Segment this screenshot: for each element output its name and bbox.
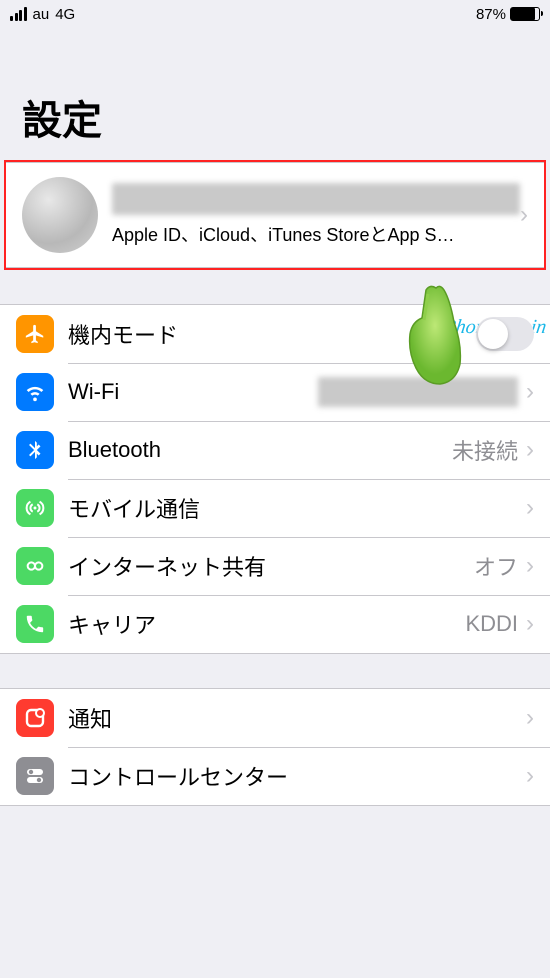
page-title: 設定 (22, 88, 528, 146)
row-label: コントロールセンター (68, 760, 526, 792)
battery-icon (510, 7, 540, 21)
airplane-icon (16, 315, 54, 353)
highlight-box: Apple ID、iCloud、iTunes StoreとApp S… › (4, 160, 546, 270)
row-label: キャリア (68, 608, 465, 640)
battery-percent: 87% (476, 6, 506, 23)
hotspot-icon (16, 547, 54, 585)
settings-group-2: 通知 › コントロールセンター › (0, 688, 550, 806)
phone-icon (16, 605, 54, 643)
header: 設定 (0, 28, 550, 160)
profile-name-redacted (112, 183, 520, 215)
row-wifi[interactable]: Wi-Fi › (0, 363, 550, 421)
control-center-icon (16, 757, 54, 795)
row-label: Bluetooth (68, 437, 452, 463)
chevron-right-icon: › (526, 494, 534, 522)
row-detail: 未接続 (452, 434, 518, 466)
row-detail: KDDI (465, 611, 518, 637)
row-label: 通知 (68, 702, 526, 734)
row-hotspot[interactable]: インターネット共有 オフ › (0, 537, 550, 595)
chevron-right-icon: › (526, 610, 534, 638)
wifi-value-redacted (318, 377, 518, 407)
row-notifications[interactable]: 通知 › (0, 689, 550, 747)
row-control-center[interactable]: コントロールセンター › (0, 747, 550, 805)
profile-subtitle: Apple ID、iCloud、iTunes StoreとApp S… (112, 221, 520, 247)
avatar (22, 177, 98, 253)
row-label: インターネット共有 (68, 550, 474, 582)
row-detail: オフ (474, 550, 518, 582)
bluetooth-icon (16, 431, 54, 469)
row-label: モバイル通信 (68, 492, 526, 524)
status-bar: au 4G 87% (0, 0, 550, 28)
chevron-right-icon: › (526, 436, 534, 464)
chevron-right-icon: › (526, 378, 534, 406)
row-airplane-mode[interactable]: 機内モード (0, 305, 550, 363)
signal-icon (10, 7, 27, 21)
carrier-label: au (33, 6, 50, 23)
row-label: 機内モード (68, 318, 476, 350)
notifications-icon (16, 699, 54, 737)
row-carrier[interactable]: キャリア KDDI › (0, 595, 550, 653)
antenna-icon (16, 489, 54, 527)
status-left: au 4G (10, 6, 75, 23)
row-label: Wi-Fi (68, 379, 318, 405)
chevron-right-icon: › (526, 704, 534, 732)
apple-id-row[interactable]: Apple ID、iCloud、iTunes StoreとApp S… › (6, 162, 544, 268)
network-label: 4G (55, 6, 75, 23)
airplane-toggle[interactable] (476, 317, 534, 351)
wifi-icon (16, 373, 54, 411)
settings-group-1: 機内モード Wi-Fi › Bluetooth 未接続 › モバイル通信 › イ… (0, 304, 550, 654)
chevron-right-icon: › (526, 552, 534, 580)
chevron-right-icon: › (520, 201, 528, 229)
status-right: 87% (476, 6, 540, 23)
row-bluetooth[interactable]: Bluetooth 未接続 › (0, 421, 550, 479)
row-cellular[interactable]: モバイル通信 › (0, 479, 550, 537)
chevron-right-icon: › (526, 762, 534, 790)
